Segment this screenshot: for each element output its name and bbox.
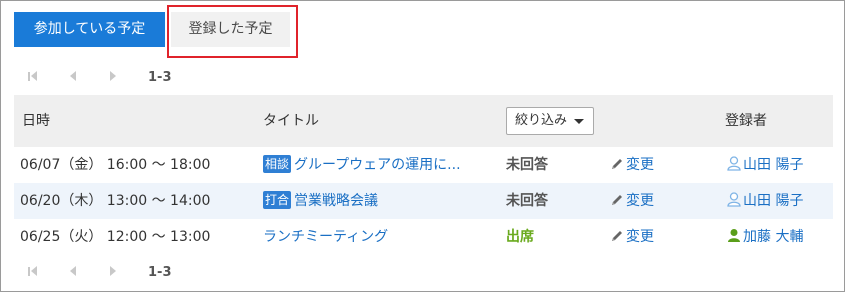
row-title-link[interactable]: ランチミーティング [263,219,388,255]
row-status: 出席 [506,229,534,245]
row-title: ランチミーティング [263,229,389,245]
filter-dropdown[interactable]: 絞り込み [506,107,594,135]
registrant-link[interactable]: 山田 陽子 [727,183,803,219]
pencil-icon [612,231,622,241]
table-row: 06/25（火） 12:00 ～ 13:00 ランチミーティング 出席 変更 加… [14,219,833,255]
edit-link[interactable]: 変更 [610,183,654,219]
header-title: タイトル [263,113,319,129]
user-icon [728,229,740,242]
table-row: 06/20（木） 13:00 ～ 14:00 打合 営業戦略会議 未回答 変更 山… [14,183,833,219]
row-title: グループウェアの運用に... [294,157,461,173]
registrant-name: 加藤 大輔 [743,229,804,245]
category-tag: 相談 [263,155,292,173]
table-header: 日時 タイトル 絞り込み 登録者 [14,95,833,147]
edit-label: 変更 [626,229,654,245]
pencil-icon [612,159,622,169]
pager-range: 1-3 [148,69,172,85]
edit-label: 変更 [626,157,654,173]
header-registrant: 登録者 [725,113,767,129]
pencil-icon [612,195,622,205]
registrant-link[interactable]: 加藤 大輔 [727,219,803,255]
first-page-icon[interactable] [28,265,70,279]
caret-down-icon [574,119,584,124]
pager-top: 1-3 [28,69,172,85]
schedule-panel: 参加している予定 登録した予定 1-3 日時 タイトル 絞り込み 登録者 06/… [0,0,845,292]
prev-page-icon[interactable] [70,265,110,279]
row-title: 営業戦略会議 [294,193,379,209]
row-status: 未回答 [506,157,548,173]
pager-bottom: 1-3 [28,264,172,280]
edit-label: 変更 [626,193,654,209]
table-row: 06/07（金） 16:00 ～ 18:00 相談 グループウェアの運用に... … [14,147,833,183]
row-datetime: 06/20（木） 13:00 ～ 14:00 [20,193,211,209]
registrant-link[interactable]: 山田 陽子 [727,147,803,183]
first-page-icon[interactable] [28,70,70,84]
tab-participating-schedules[interactable]: 参加している予定 [14,12,165,47]
registrant-name: 山田 陽子 [743,193,804,209]
row-title-link[interactable]: 相談 グループウェアの運用に... [263,147,461,183]
highlight-box [167,5,298,58]
pager-range: 1-3 [148,264,172,280]
row-datetime: 06/25（火） 12:00 ～ 13:00 [20,229,211,245]
row-status: 未回答 [506,193,548,209]
filter-label: 絞り込み [515,113,568,128]
edit-link[interactable]: 変更 [610,147,654,183]
user-icon [727,192,741,207]
prev-page-icon[interactable] [70,70,110,84]
category-tag: 打合 [263,191,292,209]
header-datetime: 日時 [22,113,50,129]
user-icon [727,156,741,171]
registrant-name: 山田 陽子 [743,157,804,173]
row-datetime: 06/07（金） 16:00 ～ 18:00 [20,157,211,173]
edit-link[interactable]: 変更 [610,219,654,255]
next-page-icon[interactable] [110,70,150,84]
row-title-link[interactable]: 打合 営業戦略会議 [263,183,378,219]
next-page-icon[interactable] [110,265,150,279]
